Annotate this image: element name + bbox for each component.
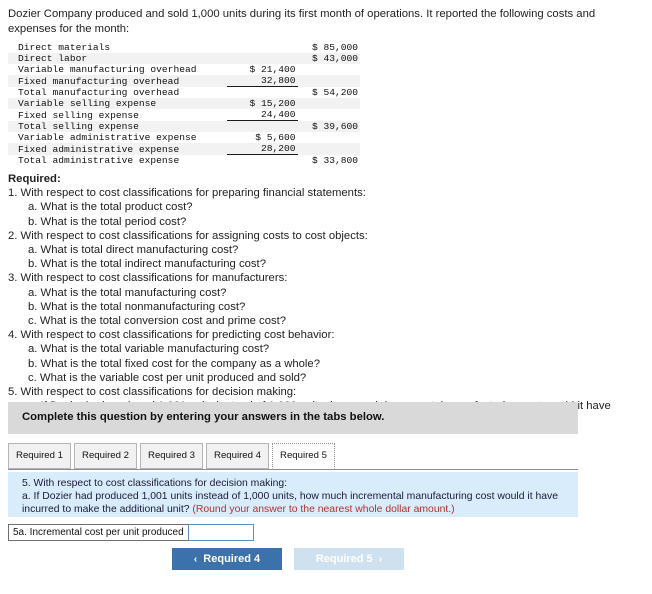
cost-label-cell: Fixed manufacturing overhead: [8, 75, 228, 87]
required-line: 2. With respect to cost classifications …: [8, 229, 368, 242]
question-line-1: 5. With respect to cost classifications …: [22, 478, 288, 489]
cost-subtotal-cell: [227, 120, 298, 132]
answer-label: 5a. Incremental cost per unit produced: [8, 524, 188, 541]
table-row: Fixed administrative expense 28,200: [8, 143, 360, 155]
cost-label-cell: Total manufacturing overhead: [8, 86, 228, 98]
required-line: c. What is the total conversion cost and…: [28, 315, 287, 328]
question-rounding-hint: (Round your answer to the nearest whole …: [192, 504, 455, 515]
table-row: Direct materials $ 85,000: [8, 42, 360, 53]
required-line: a. What is total direct manufacturing co…: [28, 244, 239, 257]
table-row: Variable manufacturing overhead $ 21,400: [8, 64, 360, 75]
tab-required-2[interactable]: Required 2: [74, 443, 137, 469]
cost-label-cell: Total administrative expense: [8, 154, 228, 166]
required-line: 3. With respect to cost classifications …: [8, 272, 288, 285]
cost-total-cell: $ 33,800: [297, 154, 360, 166]
requirement-tabs[interactable]: Required 1 Required 2 Required 3 Required 4…: [8, 443, 578, 470]
answer-row: 5a. Incremental cost per unit produced: [8, 524, 254, 541]
cost-subtotal-cell: [227, 86, 298, 98]
cost-table-body: Direct materials $ 85,000 Direct labor $ 43…: [8, 42, 360, 166]
table-row: Fixed selling expense 24,400: [8, 109, 360, 121]
required-line: 1. With respect to cost classifications …: [8, 187, 366, 200]
next-required-5-label: Required 5: [315, 553, 373, 565]
table-row: Variable administrative expense $ 5,600: [8, 132, 360, 143]
cost-total-cell: $ 43,000: [297, 53, 360, 64]
required-line: 5. With respect to cost classifications …: [8, 386, 297, 399]
prev-required-4-label: Required 4: [203, 553, 261, 565]
complete-question-text: Complete this question by entering your …: [22, 411, 385, 423]
cost-subtotal-cell: [227, 42, 298, 53]
cost-subtotal-cell: [227, 53, 298, 64]
cost-total-cell: [297, 132, 360, 143]
cost-label-cell: Variable selling expense: [8, 98, 228, 109]
cost-total-cell: [297, 98, 360, 109]
required-line: b. What is the total indirect manufactur…: [28, 258, 266, 271]
cost-label-cell: Fixed selling expense: [8, 109, 228, 121]
table-row: Total administrative expense $ 33,800: [8, 154, 360, 166]
cost-total-cell: $ 85,000: [297, 42, 360, 53]
cost-subtotal-cell: 24,400: [227, 109, 298, 121]
navigation-buttons: ‹ Required 4 Required 5 ›: [172, 548, 404, 570]
cost-subtotal-cell: [227, 154, 298, 166]
cost-total-cell: $ 39,600: [297, 120, 360, 132]
table-row: Variable selling expense $ 15,200: [8, 98, 360, 109]
complete-question-banner: Complete this question by entering your …: [8, 402, 578, 434]
cost-label-cell: Variable manufacturing overhead: [8, 64, 228, 75]
chevron-right-icon: ›: [378, 554, 383, 565]
cost-total-cell: $ 54,200: [297, 86, 360, 98]
cost-label-cell: Direct labor: [8, 53, 228, 64]
tab-required-1[interactable]: Required 1: [8, 443, 71, 469]
tab-strip-underline: [8, 469, 578, 470]
cost-label-cell: Variable administrative expense: [8, 132, 228, 143]
cost-subtotal-cell: 28,200: [227, 143, 298, 155]
required-line: b. What is the total fixed cost for the …: [28, 357, 320, 370]
cost-total-cell: [297, 75, 360, 87]
cost-label-cell: Direct materials: [8, 42, 228, 53]
tab-required-5[interactable]: Required 5: [272, 443, 335, 469]
cost-total-cell: [297, 143, 360, 155]
problem-intro-text: Dozier Company produced and sold 1,000 u…: [8, 8, 596, 35]
required-line: b. What is the total period cost?: [28, 215, 187, 228]
next-required-5-button[interactable]: Required 5 ›: [294, 548, 404, 570]
cost-table: Direct materials $ 85,000 Direct labor $ 43…: [8, 42, 360, 166]
tab-required-3[interactable]: Required 3: [140, 443, 203, 469]
cost-subtotal-cell: $ 15,200: [227, 98, 298, 109]
cost-total-cell: [297, 109, 360, 121]
chevron-left-icon: ‹: [193, 554, 198, 565]
tab-required-4[interactable]: Required 4: [206, 443, 269, 469]
table-row: Fixed manufacturing overhead 32,800: [8, 75, 360, 87]
cost-label-cell: Fixed administrative expense: [8, 143, 228, 155]
table-row: Total manufacturing overhead $ 54,200: [8, 86, 360, 98]
required-heading: Required:: [8, 173, 61, 185]
table-row: Direct labor $ 43,000: [8, 53, 360, 64]
cost-label-cell: Total selling expense: [8, 120, 228, 132]
cost-total-cell: [297, 64, 360, 75]
question-panel: 5. With respect to cost classifications …: [8, 472, 578, 517]
required-lines: 1. With respect to cost classifications …: [8, 186, 644, 427]
required-section: Required: 1. With respect to cost classi…: [8, 172, 644, 428]
cost-subtotal-cell: $ 21,400: [227, 64, 298, 75]
prev-required-4-button[interactable]: ‹ Required 4: [172, 548, 282, 570]
required-line: a. What is the total variable manufactur…: [28, 343, 270, 356]
required-line: 4. With respect to cost classifications …: [8, 329, 335, 342]
incremental-cost-input[interactable]: [187, 524, 254, 541]
cost-subtotal-cell: $ 5,600: [227, 132, 298, 143]
cost-subtotal-cell: 32,800: [227, 75, 298, 87]
required-line: c. What is the variable cost per unit pr…: [28, 371, 307, 384]
required-line: a. What is the total product cost?: [28, 201, 193, 214]
required-line: a. What is the total manufacturing cost?: [28, 286, 227, 299]
table-row: Total selling expense $ 39,600: [8, 120, 360, 132]
question-panel-text: 5. With respect to cost classifications …: [22, 477, 570, 516]
required-line: b. What is the total nonmanufacturing co…: [28, 300, 246, 313]
